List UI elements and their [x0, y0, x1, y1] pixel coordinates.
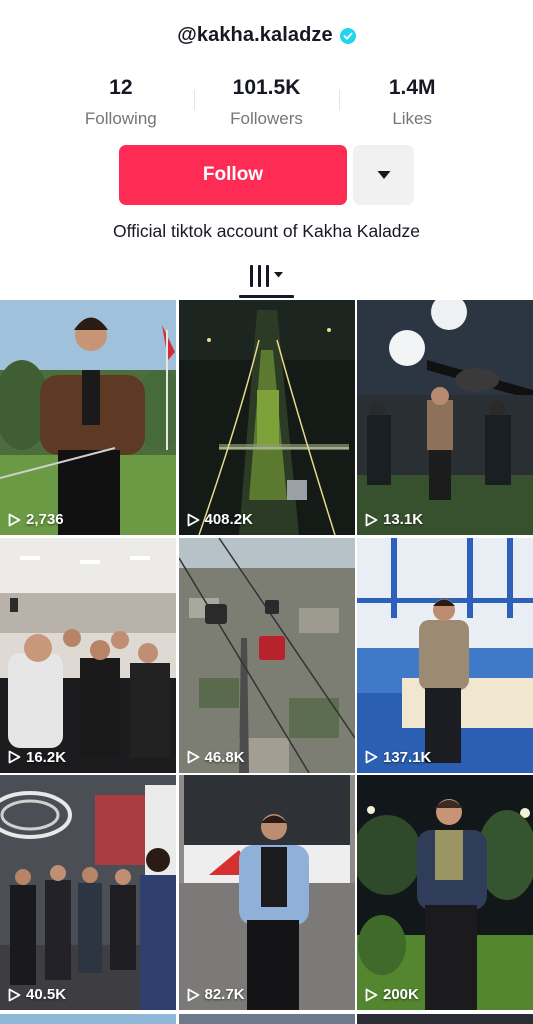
play-outline-icon — [187, 988, 199, 1001]
video-thumbnail[interactable]: 408.2K — [178, 300, 355, 535]
video-thumbnail[interactable]: 46.8K — [178, 537, 355, 773]
video-thumbnail[interactable]: 2,736 — [0, 300, 176, 535]
stat-value: 101.5K — [232, 76, 301, 99]
video-thumbnail[interactable]: 200K — [357, 775, 533, 1010]
view-count-text: 200K — [383, 986, 419, 1003]
video-thumbnail-peek[interactable] — [178, 1014, 355, 1024]
view-count-text: 408.2K — [204, 511, 253, 528]
caret-down-icon — [377, 171, 390, 179]
videos-grid-icon — [250, 265, 283, 287]
view-count: 13.1K — [365, 511, 423, 528]
video-thumbnail[interactable]: 13.1K — [357, 300, 533, 535]
stat-label: Followers — [230, 109, 303, 128]
stat-followers[interactable]: 101.5K Followers — [193, 74, 340, 132]
suggested-accounts-button[interactable] — [353, 145, 414, 205]
verified-badge-icon — [339, 27, 356, 44]
view-count-text: 13.1K — [383, 511, 424, 528]
video-thumbnail-peek[interactable] — [357, 1014, 533, 1024]
view-count-text: 2,736 — [26, 511, 64, 528]
view-count: 16.2K — [8, 749, 66, 766]
stat-likes[interactable]: 1.4M Likes — [339, 74, 485, 132]
view-count-text: 40.5K — [26, 986, 67, 1003]
play-outline-icon — [365, 513, 378, 526]
thumbnail-image — [178, 537, 355, 773]
video-grid: 2,736 408.2K 13.1K 16.2K 46.8K 137.1K 40… — [0, 300, 533, 1010]
view-count-text: 16.2K — [26, 748, 67, 766]
stat-value: 1.4M — [388, 76, 436, 99]
view-count: 137.1K — [365, 749, 431, 766]
view-count: 200K — [365, 986, 419, 1003]
view-count: 2,736 — [8, 511, 64, 528]
play-outline-icon — [8, 750, 21, 764]
profile-bio: Official tiktok account of Kakha Kaladze — [112, 221, 421, 241]
thumbnail-image — [178, 775, 355, 1010]
thumbnail-image — [0, 300, 176, 535]
thumbnail-image — [178, 300, 355, 535]
play-outline-icon — [365, 750, 378, 764]
username: @kakha.kaladze — [177, 24, 333, 46]
video-thumbnail[interactable]: 82.7K — [178, 775, 355, 1010]
play-outline-icon — [187, 750, 199, 764]
thumbnail-image — [357, 537, 533, 773]
view-count: 46.8K — [187, 749, 245, 766]
tab-videos[interactable] — [238, 253, 294, 299]
view-count: 82.7K — [187, 986, 245, 1003]
thumbnail-image — [0, 775, 176, 1010]
stat-label: Likes — [392, 109, 433, 128]
view-count: 40.5K — [8, 986, 66, 1003]
profile-stats: 12 Following 101.5K Followers 1.4M Likes — [48, 74, 485, 132]
thumbnail-image — [357, 775, 533, 1010]
play-outline-icon — [187, 513, 199, 526]
play-outline-icon — [365, 988, 378, 1001]
video-thumbnail[interactable]: 40.5K — [0, 775, 176, 1010]
stat-value: 12 — [109, 76, 133, 99]
play-outline-icon — [8, 988, 21, 1001]
thumbnail-image — [357, 300, 533, 535]
video-thumbnail[interactable]: 16.2K — [0, 537, 176, 773]
video-thumbnail[interactable]: 137.1K — [357, 537, 533, 773]
view-count-text: 137.1K — [383, 748, 432, 766]
play-outline-icon — [8, 513, 21, 526]
stat-label: Following — [84, 109, 157, 128]
stat-following[interactable]: 12 Following — [48, 74, 194, 132]
next-row-peek — [0, 1014, 533, 1024]
view-count-text: 46.8K — [204, 748, 245, 766]
username-row: @kakha.kaladze — [0, 24, 533, 47]
view-count: 408.2K — [187, 511, 253, 528]
video-thumbnail-peek[interactable] — [0, 1014, 176, 1024]
view-count-text: 82.7K — [204, 986, 245, 1003]
follow-button[interactable]: Follow — [119, 145, 347, 205]
active-tab-indicator — [239, 295, 294, 298]
profile-header: @kakha.kaladze 12 Following 101.5K Follo… — [0, 0, 533, 300]
profile-actions: Follow — [119, 145, 414, 205]
thumbnail-image — [0, 537, 176, 773]
